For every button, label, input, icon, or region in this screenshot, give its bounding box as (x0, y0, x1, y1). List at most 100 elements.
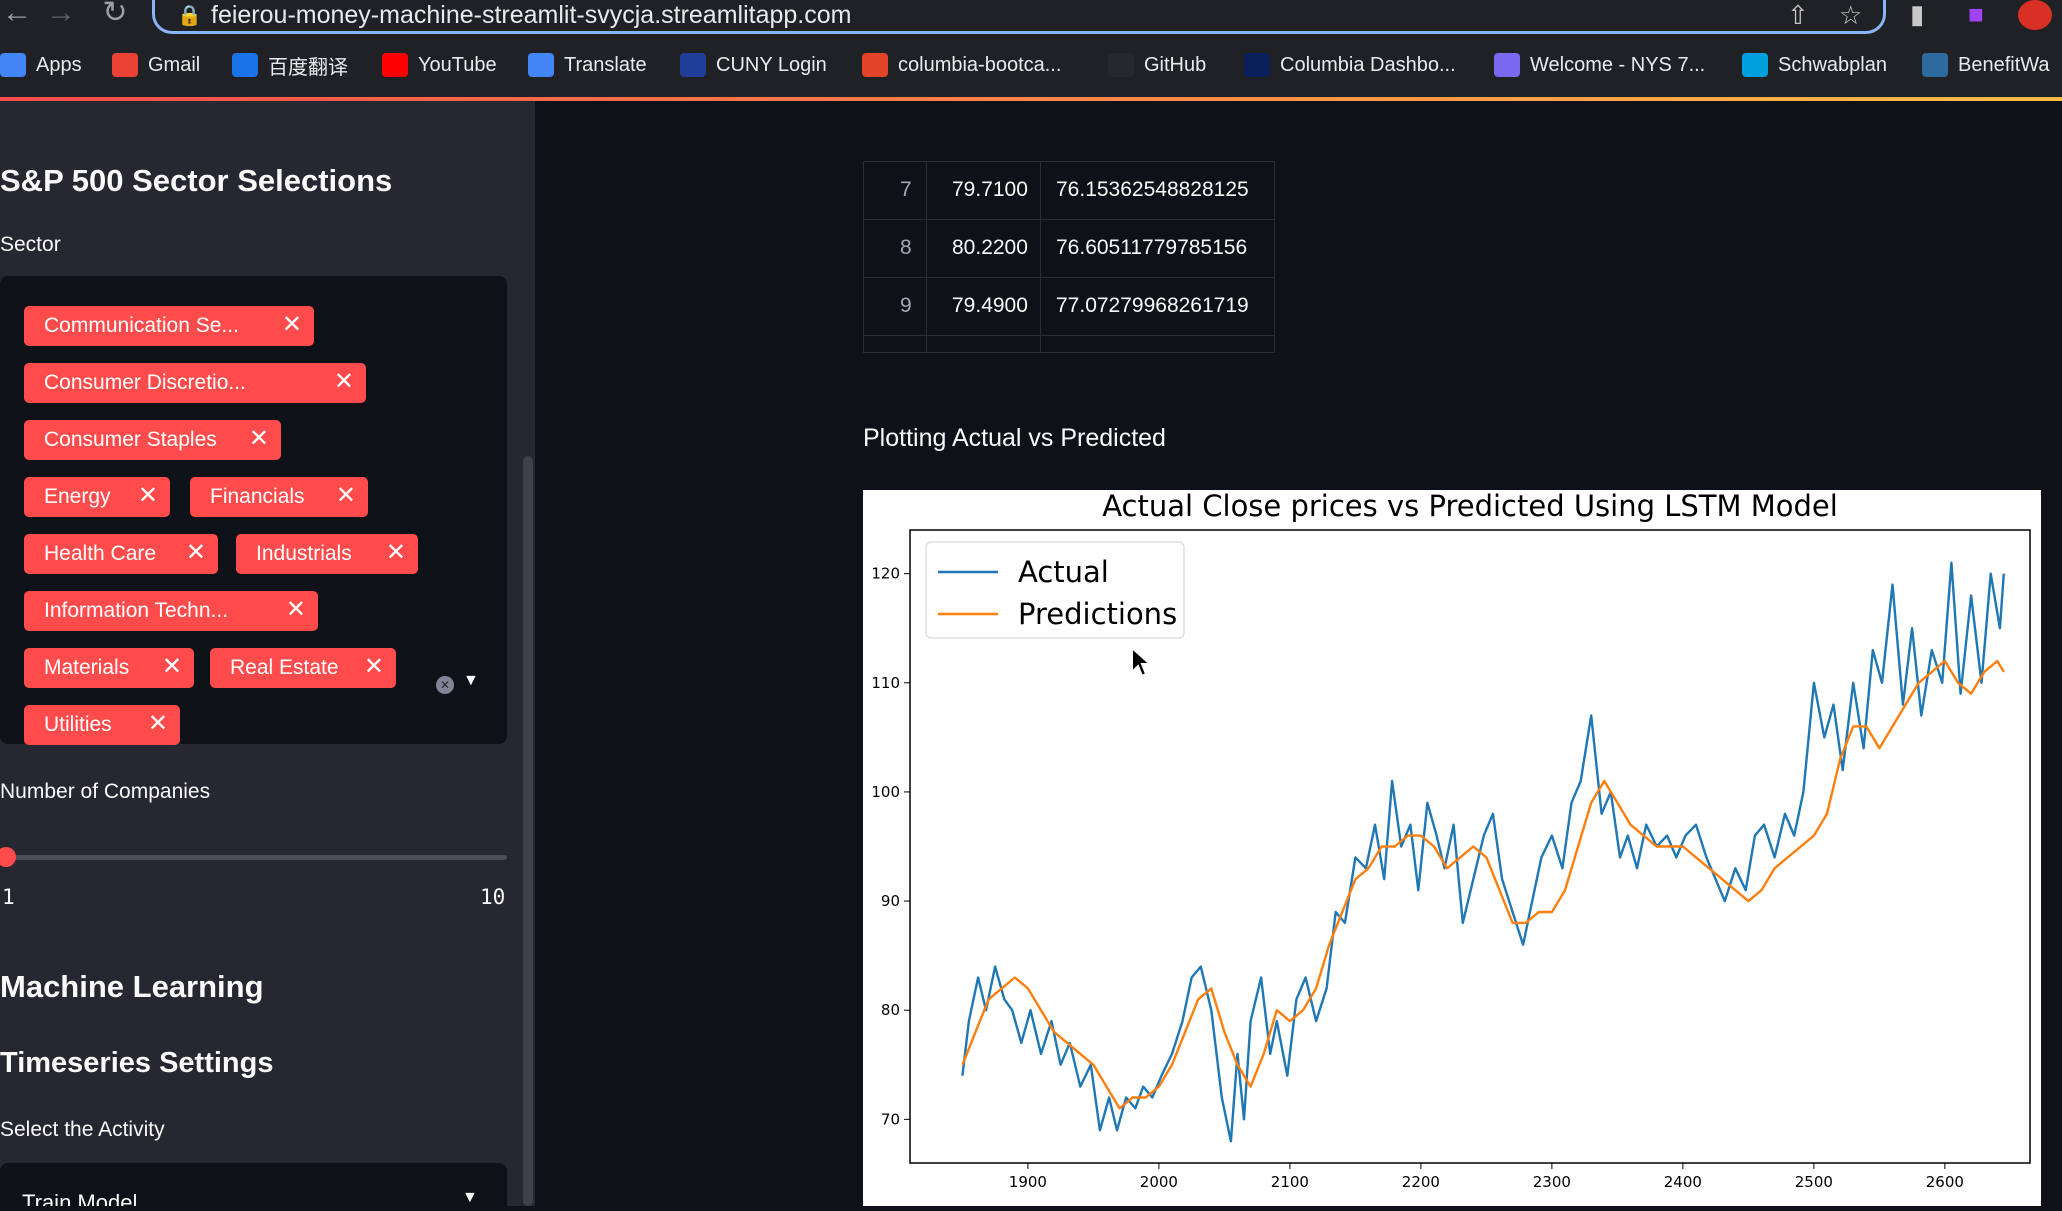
ml-title: Machine Learning (0, 969, 264, 1004)
chevron-down-icon: ▼ (462, 1189, 478, 1206)
forward-arrow-icon[interactable]: → (44, 0, 78, 30)
reload-icon[interactable]: ↻ (98, 0, 132, 30)
browser-chrome: ← → ↻ 🔒 feierou-money-machine-streamlit-… (0, 0, 2062, 101)
x-tick-label: 2300 (1533, 1173, 1571, 1191)
bookmark-label: Apps (36, 53, 82, 76)
x-tick-label: 2500 (1795, 1173, 1833, 1191)
series-line-actual (961, 561, 2005, 1143)
x-tick-label: 2000 (1140, 1173, 1178, 1191)
sector-tag: Consumer Staples ✕ (24, 420, 281, 460)
sector-tag-label: Financials (210, 485, 305, 508)
remove-tag-icon[interactable]: ✕ (286, 597, 306, 623)
lock-icon: 🔒 (177, 5, 202, 27)
remove-tag-icon[interactable]: ✕ (386, 540, 406, 566)
bookmark-item[interactable]: columbia-bootca... (862, 50, 1061, 80)
bookmark-label: GitHub (1144, 53, 1207, 76)
line-chart: Actual Close prices vs Predicted Using L… (871, 489, 2031, 1191)
sector-tag: Information Techn... ✕ (24, 591, 318, 631)
sector-tag-label: Consumer Staples (44, 428, 217, 451)
activity-select[interactable]: Train Model ▼ (0, 1163, 507, 1206)
sector-tag: Communication Se... ✕ (24, 306, 314, 346)
bookmark-label: 百度翻译 (268, 56, 348, 79)
remove-tag-icon[interactable]: ✕ (282, 312, 302, 338)
y-tick-label: 90 (881, 892, 900, 910)
bookmark-item[interactable]: Welcome - NYS 7... (1494, 50, 1705, 80)
sidebar-title: S&P 500 Sector Selections (0, 163, 393, 198)
remove-tag-icon[interactable]: ✕ (186, 540, 206, 566)
bookmark-item[interactable]: Schwabplan (1742, 50, 1887, 80)
slider-max-label: 10 (480, 885, 506, 909)
table-cell-actual: 80.2200 (952, 236, 1028, 259)
back-arrow-icon[interactable]: ← (0, 0, 34, 30)
address-bar[interactable]: 🔒 feierou-money-machine-streamlit-svycja… (152, 0, 1886, 34)
x-tick-label: 1900 (1009, 1173, 1047, 1191)
activity-select-value: Train Model (22, 1190, 138, 1206)
bookmark-label: columbia-bootca... (898, 53, 1062, 76)
bookmark-label: Translate (564, 53, 647, 76)
x-tick-label: 2100 (1271, 1173, 1309, 1191)
y-tick-label: 120 (871, 565, 900, 583)
bookmark-label: YouTube (418, 53, 497, 76)
companies-slider-thumb[interactable] (0, 847, 16, 867)
sector-tag: Materials ✕ (24, 648, 194, 688)
y-tick-label: 110 (871, 674, 900, 692)
remove-tag-icon[interactable]: ✕ (138, 483, 158, 509)
remove-tag-icon[interactable]: ✕ (334, 369, 354, 395)
legend-label: Predictions (1018, 597, 1177, 631)
reading-list-icon[interactable]: ▮ (1910, 0, 1924, 28)
bookmark-item[interactable]: YouTube (382, 50, 497, 80)
translate-icon (528, 53, 554, 77)
url-text: feierou-money-machine-streamlit-svycja.s… (211, 1, 852, 29)
bookmark-label: Schwabplan (1778, 53, 1887, 76)
bookmark-item[interactable]: CUNY Login (680, 50, 827, 80)
bookmark-item[interactable]: BenefitWa (1922, 50, 2050, 80)
bookmark-item[interactable]: Apps (0, 50, 82, 80)
bookmark-item[interactable]: Translate (528, 50, 647, 80)
sector-multiselect[interactable]: Communication Se... ✕ Consumer Discretio..… (0, 276, 507, 745)
remove-tag-icon[interactable]: ✕ (162, 654, 182, 680)
columbia-icon (1244, 53, 1270, 77)
extension-icon[interactable]: ■ (1968, 0, 1984, 28)
table-cell-actual: 79.7100 (952, 178, 1028, 201)
chevron-down-icon[interactable]: ▼ (463, 672, 479, 690)
sector-tag-label: Real Estate (230, 656, 339, 679)
sector-tag: Consumer Discretio... ✕ (24, 363, 366, 403)
y-tick-label: 80 (881, 1001, 900, 1019)
remove-tag-icon[interactable]: ✕ (336, 483, 356, 509)
yahoo-icon (1494, 53, 1520, 77)
sector-tag-label: Industrials (256, 542, 352, 565)
remove-tag-icon[interactable]: ✕ (249, 426, 269, 452)
bookmark-item[interactable]: GitHub (1108, 50, 1206, 80)
slider-min-label: 1 (2, 885, 15, 909)
table-cell-pred: 76.15362548828125 (1056, 178, 1249, 201)
sector-tag: Real Estate ✕ (210, 648, 396, 688)
sidebar: S&P 500 Sector Selections Sector Communi… (0, 101, 535, 1206)
sector-tag: Energy ✕ (24, 477, 170, 517)
schwab-icon (1742, 53, 1768, 77)
sector-tag-label: Communication Se... (44, 314, 239, 337)
x-tick-label: 2400 (1664, 1173, 1702, 1191)
companies-slider-track[interactable] (0, 855, 507, 860)
share-icon[interactable]: ⇧ (1787, 1, 1809, 29)
timeseries-title: Timeseries Settings (0, 1047, 274, 1079)
bookmark-item[interactable]: 百度翻译 (232, 50, 348, 80)
sidebar-scrollbar[interactable] (523, 456, 533, 1206)
bookmark-item[interactable]: Columbia Dashbo... (1244, 50, 1456, 80)
clear-all-icon[interactable]: ✕ (436, 676, 454, 694)
bookmark-label: BenefitWa (1958, 53, 2050, 76)
bookmark-label: Gmail (148, 53, 201, 76)
sector-tag: Financials ✕ (190, 477, 368, 517)
bookmark-label: Columbia Dashbo... (1280, 53, 1456, 76)
remove-tag-icon[interactable]: ✕ (148, 711, 168, 737)
profile-icon[interactable] (2018, 0, 2052, 30)
activity-label: Select the Activity (0, 1118, 165, 1141)
remove-tag-icon[interactable]: ✕ (364, 654, 384, 680)
legend-label: Actual (1018, 555, 1109, 589)
x-tick-label: 2200 (1402, 1173, 1440, 1191)
bookmark-item[interactable]: Gmail (112, 50, 200, 80)
star-icon[interactable]: ☆ (1839, 1, 1862, 29)
cuny-icon (680, 53, 706, 77)
companies-label: Number of Companies (0, 780, 211, 803)
github-icon (1108, 53, 1134, 77)
table-cell-idx: 8 (900, 236, 912, 259)
